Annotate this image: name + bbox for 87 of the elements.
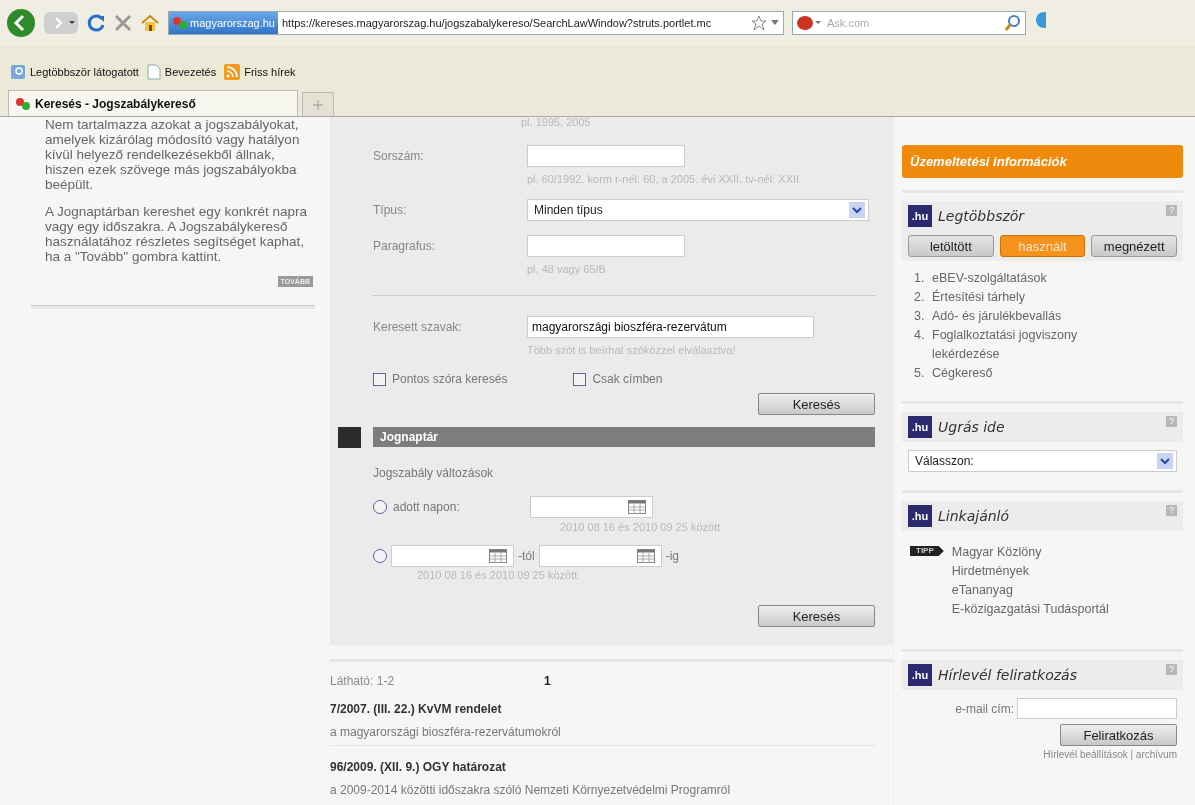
date-suffix: -tól: [518, 549, 535, 563]
list-link[interactable]: eBEV-szolgáltatások: [932, 269, 1047, 288]
intro-paragraph: A Jognaptárban kereshet egy konkrét napra vagy egy időszakra. A Jogszabálykereső használatához részletes segítséget kaphat, ha a "Tovább" gombra kattint.: [45, 204, 307, 264]
hu-logo: .hu: [908, 416, 932, 438]
link[interactable]: Hirdetmények: [951, 562, 1109, 581]
link[interactable]: E-közigazgatási Tudásportál: [951, 600, 1109, 619]
section-header: Jognaptár: [373, 427, 875, 447]
search-button[interactable]: Keresés: [758, 605, 875, 627]
email-field[interactable]: [1017, 698, 1177, 719]
field-label: Típus:: [372, 202, 408, 219]
date-field[interactable]: [538, 545, 662, 567]
engine-logo-icon[interactable]: [796, 15, 822, 31]
search-icon: [10, 64, 26, 80]
list-link[interactable]: Értesítési tárhely: [932, 288, 1026, 307]
url-text: https://kereses.magyarorszag.hu/jogszabalykereso/SearchLawWindow?struts.portlet.mc: [282, 17, 713, 29]
keywords-field[interactable]: magyarországi bioszféra-rezervátum: [527, 316, 814, 338]
checkbox[interactable]: [373, 372, 386, 386]
result-title[interactable]: 96/2009. (XII. 9.) OGY határozat: [330, 760, 875, 774]
checkbox-label: Pontos szóra keresés: [392, 372, 508, 386]
field-label: e-mail cím:: [955, 701, 1014, 716]
bookmark-item[interactable]: Friss hírek: [224, 64, 296, 80]
site-favicon-icon: [15, 96, 31, 111]
bookmark-item[interactable]: Legtöbbször látogatott: [10, 64, 139, 80]
browser-tab[interactable]: Keresés - Jogszabálykereső: [8, 90, 298, 116]
checkbox-label: Csak címben: [592, 372, 663, 386]
bookmark-item[interactable]: Bevezetés: [146, 64, 217, 80]
page-number[interactable]: 1: [544, 674, 551, 688]
field-label: Paragrafus:: [372, 238, 437, 255]
result-count: Látható: 1-2: [330, 674, 395, 688]
field-label: Sorszám:: [372, 148, 425, 165]
tip-badge: TIPP: [910, 546, 944, 556]
back-button[interactable]: [6, 8, 36, 38]
widget-title: Hírlevél feliratkozás: [938, 667, 1078, 683]
list-link[interactable]: Foglalkoztatási jogviszony lekérdezése: [932, 326, 1123, 364]
page-icon: [146, 64, 161, 80]
date-field[interactable]: [391, 545, 514, 567]
type-dropdown[interactable]: Minden típus: [527, 199, 869, 221]
tab[interactable]: letöltött: [908, 235, 994, 257]
jump-dropdown[interactable]: Válasszon:: [908, 450, 1177, 472]
calendar-icon[interactable]: [636, 549, 655, 563]
result-title[interactable]: 7/2007. (III. 22.) KvVM rendelet: [330, 702, 893, 716]
search-button[interactable]: Keresés: [758, 393, 875, 415]
calendar-icon[interactable]: [628, 500, 646, 514]
star-icon[interactable]: [751, 15, 767, 31]
calendar-icon[interactable]: [489, 549, 507, 563]
widget-title: Ugrás ide: [938, 419, 1006, 435]
result-description: a 2009-2014 közötti időszakra szóló Nemzeti Környezetvédelmi Programról: [330, 783, 732, 797]
home-icon[interactable]: [140, 13, 160, 33]
search-bar[interactable]: Ask.com: [792, 11, 1026, 35]
list-number: 2.: [914, 289, 926, 306]
input-field[interactable]: [527, 145, 685, 167]
link[interactable]: eTananyag: [951, 581, 1109, 600]
hu-logo: .hu: [908, 205, 932, 227]
list-link[interactable]: Cégkereső: [932, 364, 993, 383]
intro-paragraph: Nem tartalmazza azokat a jogszabályokat, amelyek kizárólag módosító vagy hatályon kívül helyező rendelkezésekből állnak, hiszen ezek szövege más jogszabályokba beépült.: [45, 117, 301, 192]
checkbox[interactable]: [573, 372, 587, 386]
date-suffix: -ig: [665, 549, 679, 563]
list-link[interactable]: Adó- és járulékbevallás: [932, 307, 1062, 326]
field-label: Keresett szavak:: [372, 319, 463, 336]
reload-icon[interactable]: [86, 13, 106, 33]
site-identity-label[interactable]: magyarorszag.hu: [169, 12, 278, 34]
list-number: 3.: [914, 308, 926, 325]
section-marker-icon: [338, 427, 361, 448]
list-number: 1.: [914, 270, 926, 287]
link[interactable]: Magyar Közlöny: [951, 543, 1109, 562]
result-description: a magyarországi bioszféra-rezervátumokról: [330, 725, 562, 739]
address-bar[interactable]: magyarorszag.hu https://kereses.magyarorszag.hu/jogszabalykereso/SearchLawWindow?struts.portlet.mc: [168, 11, 784, 35]
section-subtitle: Jogszabály változások: [373, 466, 495, 480]
widget-title: Linkajánló: [938, 508, 1011, 524]
list-number: 4.: [914, 327, 926, 344]
list-number: 5.: [914, 365, 926, 382]
stop-icon[interactable]: [114, 14, 132, 32]
hu-logo: .hu: [908, 505, 932, 527]
radio-button[interactable]: [373, 549, 387, 563]
site-favicon-icon: [172, 16, 188, 30]
input-field[interactable]: [527, 235, 685, 257]
tab[interactable]: megnézett: [1091, 235, 1177, 257]
hu-logo: .hu: [908, 664, 932, 686]
rss-icon: [224, 64, 241, 80]
date-field[interactable]: [530, 496, 653, 518]
radio-label: adott napon:: [393, 500, 461, 514]
radio-button[interactable]: [373, 500, 387, 514]
widget-title: Legtöbbször: [938, 208, 1026, 224]
dropdown-icon[interactable]: [771, 20, 779, 26]
subscribe-button[interactable]: Feliratkozás: [1060, 724, 1177, 746]
newsletter-links[interactable]: Hírlevél beállítások | archívum: [902, 749, 1183, 760]
search-icon[interactable]: [1004, 14, 1022, 32]
